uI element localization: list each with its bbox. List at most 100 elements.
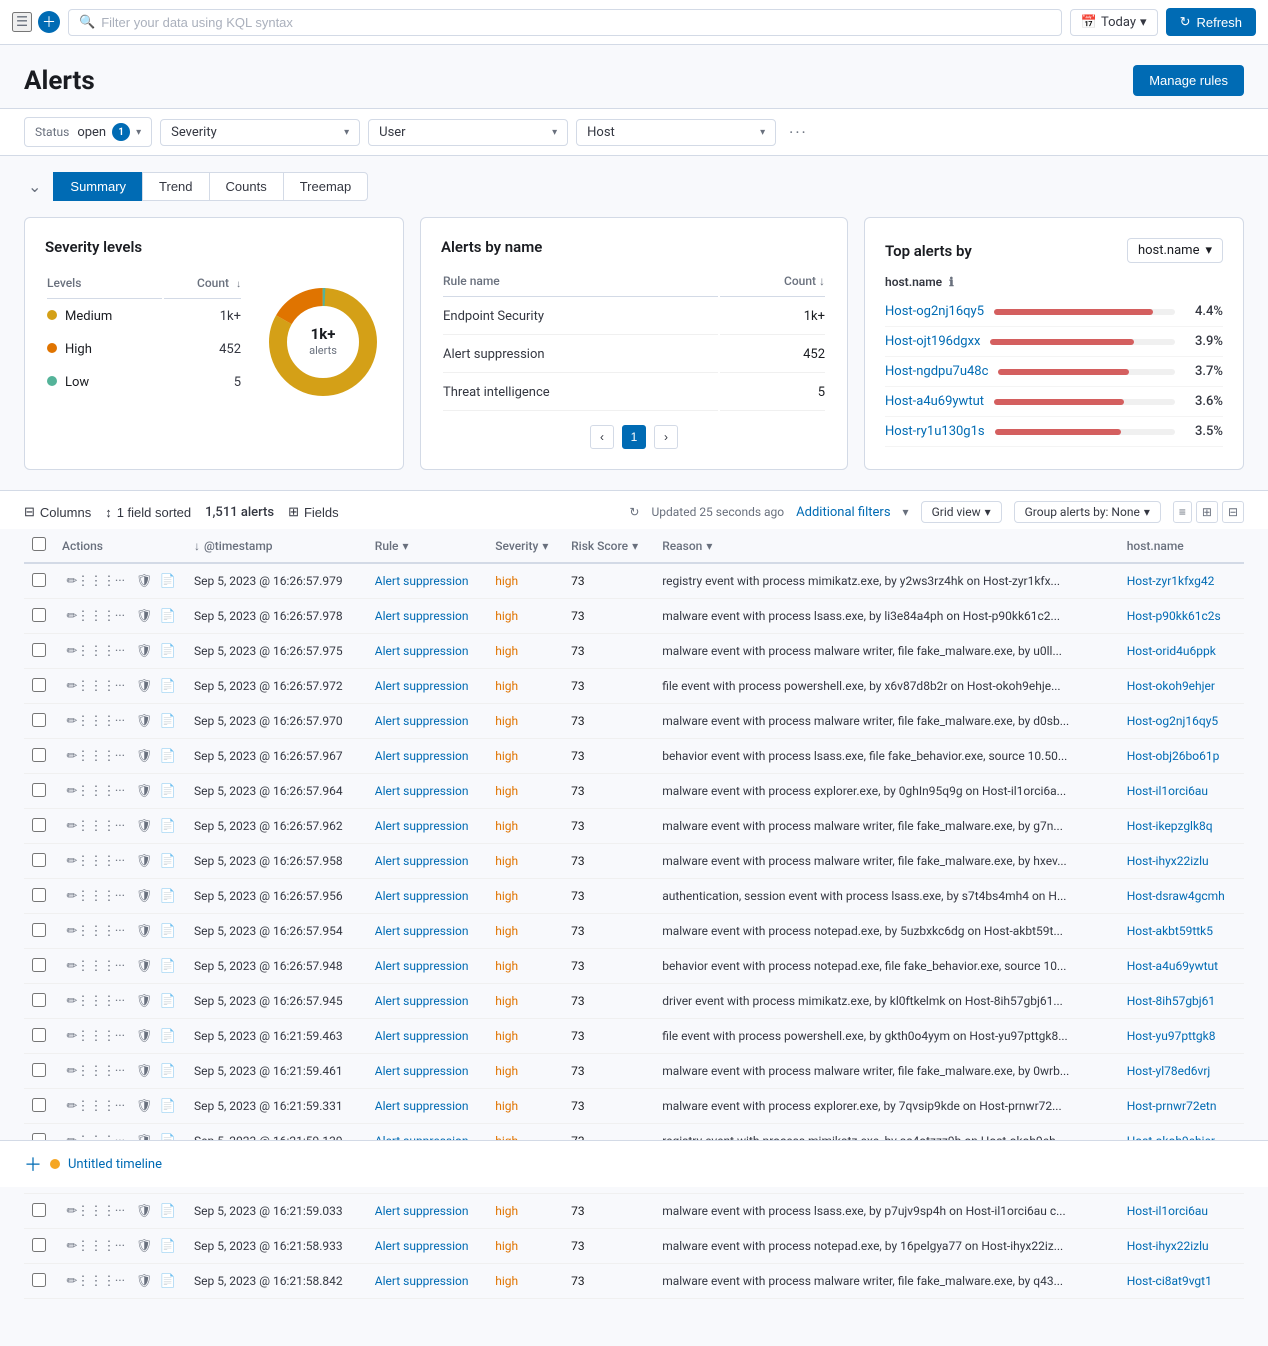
more-icon[interactable]: ··· [110,676,130,696]
row-checkbox-cell[interactable] [24,1054,54,1089]
tab-counts[interactable]: Counts [209,172,283,201]
more-icon[interactable]: ··· [110,1061,130,1081]
more-icon[interactable]: ··· [110,571,130,591]
row-checkbox[interactable] [32,1098,46,1112]
shield-icon[interactable]: 🛡 [134,641,154,661]
shield-icon[interactable]: 🛡 [134,921,154,941]
more-icon[interactable]: ··· [110,781,130,801]
row-checkbox-cell[interactable] [24,739,54,774]
more-icon[interactable]: ··· [110,991,130,1011]
row-checkbox-cell[interactable] [24,844,54,879]
more-icon[interactable]: ··· [110,1236,130,1256]
edit-icon[interactable]: ✏ [62,1271,82,1291]
document-icon[interactable]: 📄 [158,711,178,731]
row-checkbox[interactable] [32,818,46,832]
more-icon[interactable]: ··· [110,641,130,661]
host-link[interactable]: Host-dsraw4gcmh [1127,889,1225,903]
group-by-button[interactable]: Group alerts by: None ▾ [1014,501,1161,523]
rule-link[interactable]: Alert suppression [375,749,469,763]
search-bar[interactable]: 🔍 [68,9,1062,36]
document-icon[interactable]: 📄 [158,1096,178,1116]
document-icon[interactable]: 📄 [158,781,178,801]
rule-link[interactable]: Alert suppression [375,609,469,623]
graph-icon[interactable]: ⋮⋮⋮ [86,1026,106,1046]
graph-icon[interactable]: ⋮⋮⋮ [86,746,106,766]
document-icon[interactable]: 📄 [158,1061,178,1081]
document-icon[interactable]: 📄 [158,886,178,906]
rule-link[interactable]: Alert suppression [375,679,469,693]
refresh-button[interactable]: ↻ Refresh [1166,8,1256,36]
row-checkbox-cell[interactable] [24,1019,54,1054]
rule-link[interactable]: Alert suppression [375,1239,469,1253]
row-checkbox[interactable] [32,1238,46,1252]
host-link[interactable]: Host-8ih57gbj61 [1127,994,1215,1008]
select-all-header[interactable] [24,529,54,563]
tab-summary[interactable]: Summary [53,172,142,201]
status-filter[interactable]: Status open 1 ▾ [24,117,152,147]
row-checkbox-cell[interactable] [24,914,54,949]
more-icon[interactable]: ··· [110,1096,130,1116]
page-1-button[interactable]: 1 [622,425,646,449]
next-page-button[interactable]: › [654,425,678,449]
row-checkbox[interactable] [32,853,46,867]
row-checkbox-cell[interactable] [24,1194,54,1229]
row-checkbox-cell[interactable] [24,634,54,669]
more-icon[interactable]: ··· [110,956,130,976]
rule-link[interactable]: Alert suppression [375,714,469,728]
row-checkbox-cell[interactable] [24,984,54,1019]
row-checkbox[interactable] [32,1273,46,1287]
rule-link[interactable]: Alert suppression [375,889,469,903]
more-icon[interactable]: ··· [110,1026,130,1046]
graph-icon[interactable]: ⋮⋮⋮ [86,1271,106,1291]
row-checkbox[interactable] [32,1063,46,1077]
row-checkbox-cell[interactable] [24,774,54,809]
hostname-header[interactable]: host.name [1119,529,1244,563]
host-link[interactable]: Host-il1orci6au [1127,784,1208,798]
host-filter[interactable]: Host ▾ [576,119,776,146]
host-link[interactable]: Host-ihyx22izlu [1127,854,1209,868]
shield-icon[interactable]: 🛡 [134,1201,154,1221]
tab-trend[interactable]: Trend [142,172,208,201]
row-checkbox-cell[interactable] [24,669,54,704]
host-name-link[interactable]: Host-ry1u130g1s [885,424,985,439]
host-name-link[interactable]: Host-og2nj16qy5 [885,304,984,319]
rule-link[interactable]: Alert suppression [375,819,469,833]
severity-header[interactable]: Severity▾ [487,529,563,563]
rule-link[interactable]: Alert suppression [375,959,469,973]
graph-icon[interactable]: ⋮⋮⋮ [86,676,106,696]
graph-icon[interactable]: ⋮⋮⋮ [86,1061,106,1081]
row-checkbox-cell[interactable] [24,704,54,739]
shield-icon[interactable]: 🛡 [134,1061,154,1081]
reason-header[interactable]: Reason▾ [654,529,1119,563]
document-icon[interactable]: 📄 [158,1026,178,1046]
fields-button[interactable]: ⊞ Fields [288,504,339,520]
graph-icon[interactable]: ⋮⋮⋮ [86,851,106,871]
host-link[interactable]: Host-orid4u6ppk [1127,644,1216,658]
graph-icon[interactable]: ⋮⋮⋮ [86,1096,106,1116]
shield-icon[interactable]: 🛡 [134,1236,154,1256]
graph-icon[interactable]: ⋮⋮⋮ [86,641,106,661]
document-icon[interactable]: 📄 [158,816,178,836]
tab-treemap[interactable]: Treemap [283,172,369,201]
row-checkbox[interactable] [32,643,46,657]
more-icon[interactable]: ··· [110,1271,130,1291]
rule-link[interactable]: Alert suppression [375,854,469,868]
rule-link[interactable]: Alert suppression [375,924,469,938]
hamburger-button[interactable]: ☰ [12,12,32,32]
shield-icon[interactable]: 🛡 [134,1271,154,1291]
host-link[interactable]: Host-okoh9ehjer [1127,679,1215,693]
row-checkbox-cell[interactable] [24,879,54,914]
host-link[interactable]: Host-og2nj16qy5 [1127,714,1218,728]
prev-page-button[interactable]: ‹ [590,425,614,449]
host-link[interactable]: Host-a4u69ywtut [1127,959,1218,973]
rule-link[interactable]: Alert suppression [375,1274,469,1288]
row-checkbox-cell[interactable] [24,1229,54,1264]
document-icon[interactable]: 📄 [158,641,178,661]
shield-icon[interactable]: 🛡 [134,1096,154,1116]
grid-icon-button[interactable]: ⊞ [1196,501,1218,523]
severity-filter[interactable]: Severity ▾ [160,119,360,146]
document-icon[interactable]: 📄 [158,1271,178,1291]
shield-icon[interactable]: 🛡 [134,991,154,1011]
shield-icon[interactable]: 🛡 [134,886,154,906]
row-checkbox[interactable] [32,993,46,1007]
